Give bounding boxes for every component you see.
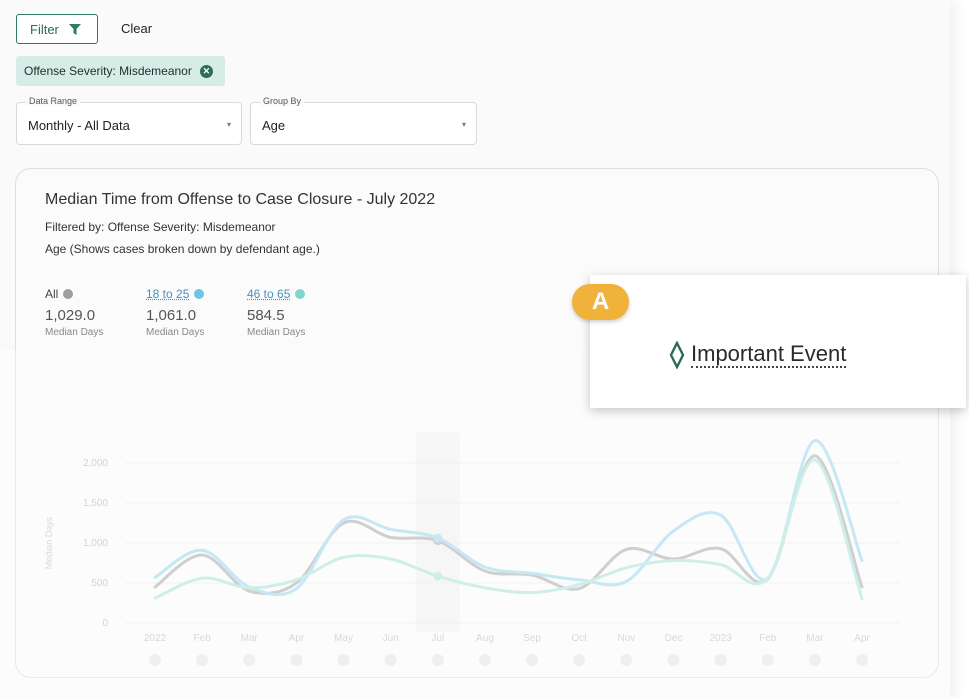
x-tick-label: Dec — [665, 633, 683, 644]
info-icon — [761, 654, 774, 666]
x-tick-label: May — [334, 633, 353, 644]
series-line-2 — [153, 458, 864, 601]
x-tick-label: Feb — [759, 633, 777, 644]
info-icon — [384, 654, 397, 666]
x-tick-label: Mar — [241, 633, 259, 644]
series-line-1 — [153, 439, 864, 597]
info-icon — [431, 654, 444, 666]
info-icon — [149, 654, 161, 666]
info-icon — [808, 654, 821, 666]
info-icon — [243, 654, 256, 666]
x-tick-label: Nov — [617, 633, 635, 644]
info-icon — [856, 654, 868, 666]
important-event-link[interactable]: Important Event — [669, 341, 847, 369]
annotation-badge-letter: A — [591, 288, 610, 315]
y-tick-label: 0 — [102, 618, 108, 629]
important-event-label: Important Event — [691, 341, 847, 368]
info-icon — [526, 654, 539, 666]
x-tick-label: 2022 — [144, 633, 167, 644]
x-tick-label: Oct — [571, 633, 587, 644]
x-tick-label: Feb — [194, 633, 212, 644]
y-tick-label: 1,000 — [83, 538, 108, 549]
x-tick-label: Sep — [523, 633, 541, 644]
info-icon — [196, 654, 209, 666]
y-tick-label: 1,500 — [83, 498, 108, 509]
x-tick-label: Jul — [431, 633, 444, 644]
x-tick-label: Jun — [383, 633, 399, 644]
x-tick-label: Apr — [854, 633, 870, 644]
series-point-2 — [433, 571, 443, 581]
x-tick-label: Aug — [476, 633, 494, 644]
series-point-1 — [433, 533, 443, 543]
info-icon — [620, 654, 633, 666]
x-tick-label: Apr — [289, 633, 305, 644]
info-icon — [667, 654, 680, 666]
info-icon — [714, 654, 727, 666]
y-tick-label: 500 — [91, 578, 108, 589]
y-tick-label: 2,000 — [83, 458, 108, 469]
info-icon — [573, 654, 586, 666]
info-icon — [478, 654, 491, 666]
y-axis-label: Median Days — [44, 516, 54, 569]
info-icon — [337, 654, 350, 666]
info-icon — [290, 654, 303, 666]
diamond-icon — [669, 341, 685, 369]
x-tick-label: Mar — [806, 633, 824, 644]
annotation-badge: A — [572, 284, 629, 320]
selected-month-band — [415, 432, 460, 632]
x-tick-label: 2023 — [709, 633, 732, 644]
